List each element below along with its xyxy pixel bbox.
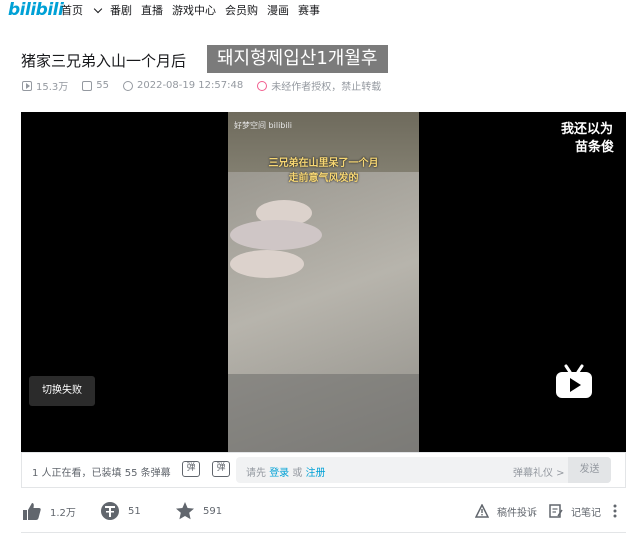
more-vertical-icon [613, 504, 617, 518]
subtitle-line-2: 走前意气风发的 [288, 173, 359, 184]
pig-image-3 [230, 250, 304, 278]
no-reprint-icon [257, 80, 268, 91]
like-button[interactable]: 1.2万 [22, 500, 76, 522]
danmaku-comment-1: 我还以为 [561, 122, 614, 137]
danmaku-count-icon [82, 80, 93, 91]
nav-item-manga[interactable]: 漫画 [267, 2, 289, 18]
nav-item-anime[interactable]: 番剧 [110, 2, 132, 18]
danmaku-comment-2: 苗条俊 [575, 140, 615, 155]
more-menu-button[interactable] [612, 500, 626, 522]
send-button[interactable]: 发送 [568, 457, 611, 483]
top-nav: bilibili 首页 番剧 直播 游戏中心 会员购 漫画 赛事 [0, 0, 640, 20]
video-player[interactable]: 好梦空间 bilibili 三兄弟在山里呆了一个月 走前意气风发的 我还以为 苗… [21, 112, 626, 452]
video-watermark: 好梦空间 bilibili [234, 121, 293, 130]
login-link[interactable]: 登录 [269, 468, 289, 479]
thumbs-up-icon [23, 503, 41, 520]
action-row: 1.2万 51 591 稿件投诉 记笔记 [22, 500, 626, 524]
danmaku-stat: 55 [82, 80, 109, 91]
danmaku-input[interactable]: 请先 登录 或 注册 弹幕礼仪 > 发送 [236, 457, 611, 483]
take-notes-button[interactable]: 记笔记 [549, 500, 601, 522]
nav-item-esports[interactable]: 赛事 [298, 2, 320, 18]
views-stat: 15.3万 [22, 78, 68, 93]
watching-count: 1 人正在看，已装填 55 条弹幕 [32, 468, 171, 479]
nav-item-game-center[interactable]: 游戏中心 [172, 2, 216, 18]
danmaku-etiquette-link[interactable]: 弹幕礼仪 > [513, 464, 565, 479]
copyright-notice: 未经作者授权，禁止转载 [257, 78, 381, 93]
nav-item-mall[interactable]: 会员购 [225, 2, 258, 18]
warning-icon [475, 504, 489, 518]
bilibili-logo[interactable]: bilibili [8, 0, 64, 20]
translated-title-overlay: 돼지형제입산1개월후 [207, 45, 388, 73]
chevron-down-icon [93, 4, 103, 14]
coin-icon [101, 502, 119, 520]
video-frame[interactable]: 好梦空间 bilibili 三兄弟在山里呆了一个月 走前意气风发的 [228, 112, 419, 452]
video-lower-blur [228, 374, 419, 452]
danmaku-settings-icon[interactable]: 弹 [212, 461, 230, 477]
danmaku-control-bar: 1 人正在看，已装填 55 条弹幕 弹 弹 请先 登录 或 注册 弹幕礼仪 > … [21, 452, 626, 488]
nav-item-live[interactable]: 直播 [141, 2, 163, 18]
danmaku-toggle-icon[interactable]: 弹 [182, 461, 200, 477]
section-divider [21, 532, 626, 533]
notes-icon [549, 504, 563, 518]
nav-items: 首页 番剧 直播 游戏中心 会员购 漫画 赛事 [61, 2, 329, 18]
subtitle-line-1: 三兄弟在山里呆了一个月 [268, 158, 379, 169]
switch-fail-toast: 切换失败 [29, 376, 95, 406]
star-icon [176, 502, 194, 520]
register-link[interactable]: 注册 [306, 468, 326, 479]
clock-icon [123, 80, 133, 91]
report-button[interactable]: 稿件投诉 [475, 500, 537, 522]
danmaku-input-placeholder: 请先 登录 或 注册 [246, 468, 326, 479]
nav-item-home[interactable]: 首页 [61, 2, 103, 18]
video-meta: 15.3万 55 2022-08-19 12:57:48 未经作者授权，禁止转载 [22, 78, 395, 93]
coin-button[interactable]: 51 [100, 500, 141, 522]
pig-image-2 [230, 220, 322, 250]
favorite-button[interactable]: 591 [175, 500, 222, 522]
play-count-icon [22, 80, 32, 91]
bilibili-tv-play-icon[interactable] [554, 364, 594, 400]
video-title: 猪家三兄弟入山一个月后 [21, 52, 187, 70]
publish-time: 2022-08-19 12:57:48 [123, 80, 243, 91]
